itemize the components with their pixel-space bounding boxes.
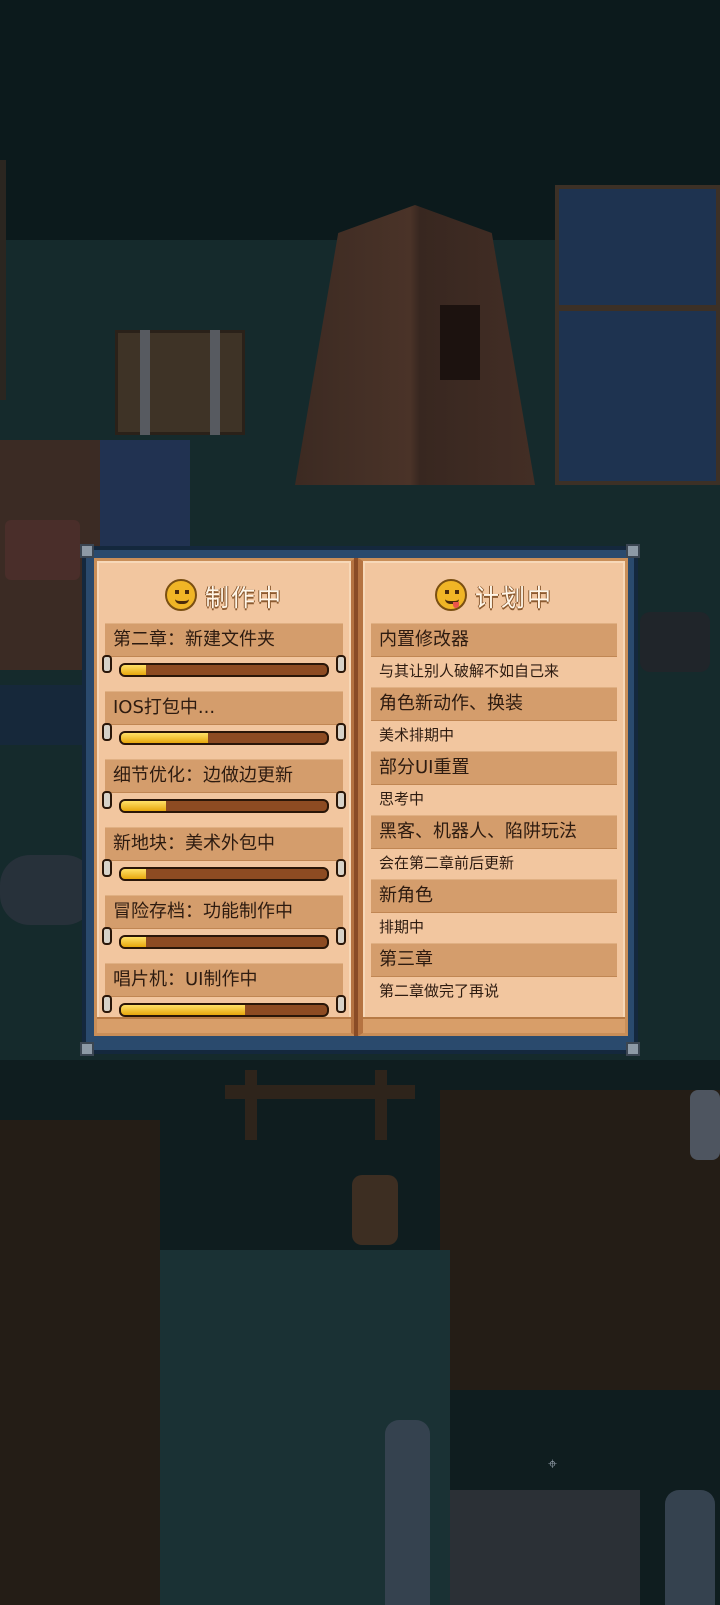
in-progress-page: 制作中 第二章：新建文件夹 IOS打包中... 细节优化：边做边更新 新地块：美术外包…	[94, 558, 356, 1036]
barrel[interactable]	[352, 1175, 398, 1245]
task-item: 第二章：新建文件夹	[102, 623, 346, 683]
corner-rivet	[626, 1042, 640, 1056]
task-label: 细节优化：边做边更新	[105, 759, 343, 793]
progress-bar-cap	[336, 655, 346, 673]
lever-machine[interactable]	[5, 520, 80, 580]
progress-bar-row	[102, 927, 346, 955]
progress-bar-fill	[121, 665, 146, 675]
planned-title: 计划中	[475, 583, 553, 612]
progress-bar-fill	[121, 801, 167, 811]
progress-bar-fill	[121, 869, 146, 879]
progress-bar-cap	[336, 859, 346, 877]
progress-bar	[119, 1003, 329, 1017]
corner-rivet	[80, 1042, 94, 1056]
plan-title: 部分UI重置	[371, 751, 617, 785]
task-item: 冒险存档：功能制作中	[102, 895, 346, 955]
task-label: 新地块：美术外包中	[105, 827, 343, 861]
smile-emoji-icon	[165, 579, 197, 611]
crate-strap	[210, 330, 220, 435]
progress-bar-cap	[336, 791, 346, 809]
progress-bar-cap	[102, 859, 112, 877]
plan-item: 黑客、机器人、陷阱玩法会在第二章前后更新	[371, 815, 617, 877]
progress-bar-cap	[102, 927, 112, 945]
tongue-emoji-icon	[435, 579, 467, 611]
progress-bar-fill	[121, 1005, 245, 1015]
stone-pillar	[385, 1420, 430, 1605]
progress-bar-row	[102, 791, 346, 819]
crate-strap	[140, 330, 150, 435]
task-label: 唱片机：UI制作中	[105, 963, 343, 997]
task-item: 细节优化：边做边更新	[102, 759, 346, 819]
greenhouse-frame	[555, 305, 720, 311]
progress-bar-cap	[102, 791, 112, 809]
progress-bar-fill	[121, 937, 146, 947]
plan-title: 新角色	[371, 879, 617, 913]
task-item: 唱片机：UI制作中	[102, 963, 346, 1023]
plan-item: 新角色排期中	[371, 879, 617, 941]
progress-bar-row	[102, 655, 346, 683]
progress-bar-cap	[336, 723, 346, 741]
progress-bar-fill	[121, 733, 208, 743]
progress-bar-cap	[102, 723, 112, 741]
task-label: IOS打包中...	[105, 691, 343, 725]
task-label: 冒险存档：功能制作中	[105, 895, 343, 929]
plan-item: 内置修改器与其让别人破解不如自己来	[371, 623, 617, 685]
cat-npc[interactable]	[640, 612, 710, 672]
storage-crate[interactable]	[115, 330, 245, 435]
progress-bar	[119, 867, 329, 881]
in-progress-header: 制作中	[97, 573, 351, 617]
corner-rivet	[80, 544, 94, 558]
progress-bar-row	[102, 723, 346, 751]
greenhouse[interactable]	[555, 185, 720, 485]
plan-note: 美术排期中	[379, 726, 455, 744]
rock-pile	[0, 855, 95, 925]
plan-title: 第三章	[371, 943, 617, 977]
roadmap-book-panel[interactable]: 制作中 第二章：新建文件夹 IOS打包中... 细节优化：边做边更新 新地块：美术外包…	[80, 544, 640, 1056]
plan-note: 排期中	[379, 918, 425, 936]
plan-title: 内置修改器	[371, 623, 617, 657]
progress-bar	[119, 663, 329, 677]
progress-bar-cap	[102, 995, 112, 1013]
page-edge	[363, 1017, 625, 1033]
progress-bar	[119, 935, 329, 949]
task-item: IOS打包中...	[102, 691, 346, 751]
plan-item: 角色新动作、换装美术排期中	[371, 687, 617, 749]
plan-title: 角色新动作、换装	[371, 687, 617, 721]
tent-door[interactable]	[440, 305, 480, 380]
task-label: 第二章：新建文件夹	[105, 623, 343, 657]
plan-title: 黑客、机器人、陷阱玩法	[371, 815, 617, 849]
fence-post	[375, 1070, 387, 1140]
task-item: 新地块：美术外包中	[102, 827, 346, 887]
plan-item: 部分UI重置思考中	[371, 751, 617, 813]
page-edge	[97, 1017, 351, 1033]
progress-bar-row	[102, 859, 346, 887]
fence-post	[245, 1070, 257, 1140]
plan-note: 会在第二章前后更新	[379, 854, 515, 872]
plan-list: 内置修改器与其让别人破解不如自己来角色新动作、换装美术排期中部分UI重置思考中黑…	[371, 623, 617, 1007]
planned-header: 计划中	[363, 573, 625, 617]
progress-bar	[119, 731, 329, 745]
farm-soil-right[interactable]	[440, 1090, 720, 1390]
stone-pillar	[665, 1490, 715, 1605]
in-progress-title: 制作中	[205, 583, 283, 612]
character-npc[interactable]	[690, 1090, 720, 1160]
water-channel	[0, 685, 90, 745]
map-pin-icon[interactable]: ⌖	[548, 1455, 560, 1473]
progress-bar-cap	[102, 655, 112, 673]
progress-bar-cap	[336, 927, 346, 945]
stone-floor	[450, 1490, 640, 1605]
task-list: 第二章：新建文件夹 IOS打包中... 细节优化：边做边更新 新地块：美术外包中 冒险存…	[102, 623, 346, 1031]
bare-tree	[0, 160, 66, 400]
progress-bar-cap	[336, 995, 346, 1013]
farm-soil-left[interactable]	[0, 1120, 160, 1605]
planned-page: 计划中 内置修改器与其让别人破解不如自己来角色新动作、换装美术排期中部分UI重置…	[358, 558, 628, 1036]
plan-note: 与其让别人破解不如自己来	[379, 662, 560, 680]
plan-note: 思考中	[379, 790, 425, 808]
progress-bar	[119, 799, 329, 813]
corner-rivet	[626, 544, 640, 558]
plan-item: 第三章第二章做完了再说	[371, 943, 617, 1005]
plan-note: 第二章做完了再说	[379, 982, 500, 1000]
